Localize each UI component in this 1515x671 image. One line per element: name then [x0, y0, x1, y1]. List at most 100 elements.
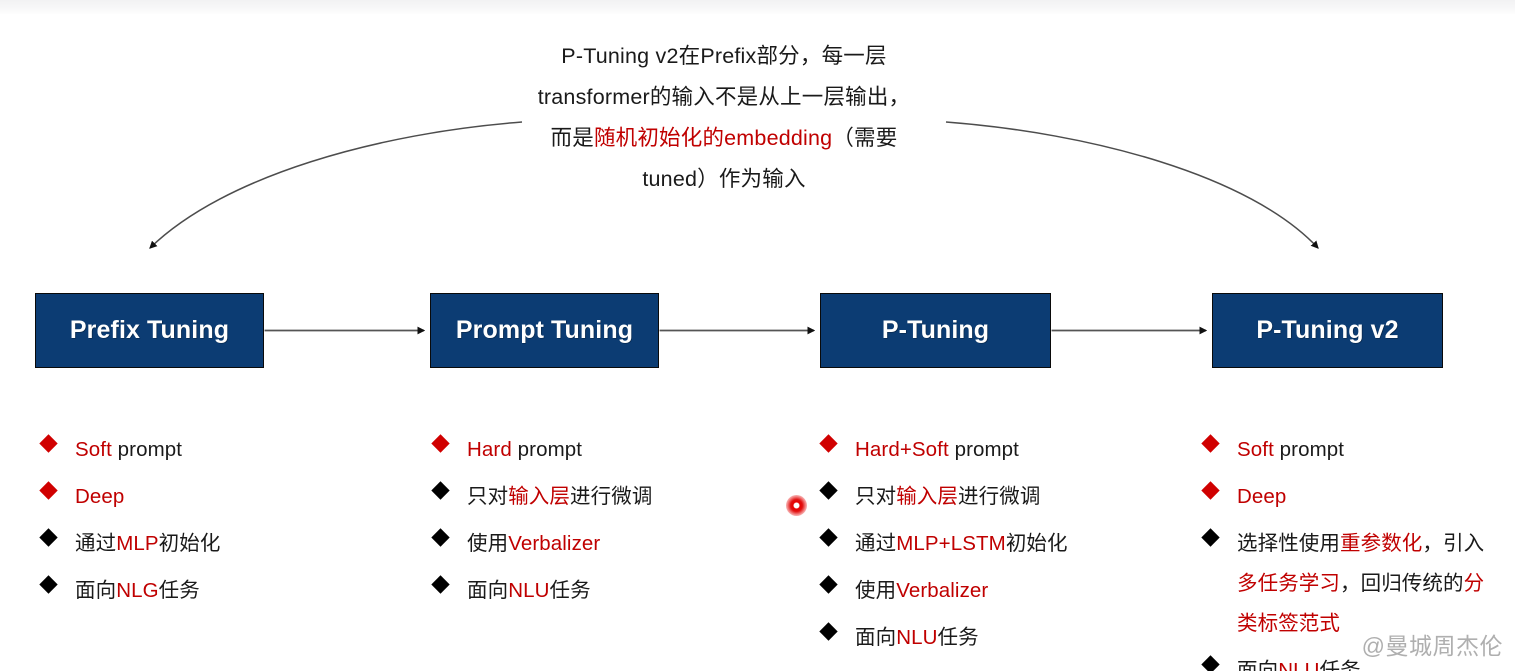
- bullet-highlight: NLU: [1278, 659, 1320, 671]
- diamond-bullet-icon: [819, 434, 838, 453]
- bullet-highlight: 输入层: [896, 485, 959, 508]
- bullet-highlight: 多任务学习: [1237, 572, 1340, 595]
- bullet-plain: 通过: [75, 532, 117, 555]
- bullet-plain: 只对: [855, 485, 897, 508]
- diamond-bullet-icon: [819, 481, 838, 500]
- bullet-item: Hard+Soft prompt: [819, 430, 1192, 470]
- bullet-plain: 进行微调: [958, 485, 1041, 508]
- bullet-text: Deep: [75, 477, 124, 517]
- diamond-bullet-icon: [39, 575, 58, 594]
- diamond-bullet-icon: [39, 434, 58, 453]
- bullet-highlight: 输入层: [508, 485, 571, 508]
- bullet-column-prefix-tuning: Soft prompt Deep 通过MLP初始化 面向NLG任务: [39, 430, 402, 618]
- bullet-plain: ，引入: [1422, 532, 1485, 555]
- diamond-bullet-icon: [431, 575, 450, 594]
- flow-node-label: Prefix Tuning: [69, 316, 230, 344]
- bullet-text: 面向NLG任务: [75, 571, 200, 611]
- bullet-item: 选择性使用重参数化，引入多任务学习，回归传统的分类标签范式: [1201, 524, 1504, 644]
- bullet-item: 通过MLP初始化: [39, 524, 402, 564]
- bullet-highlight: MLP: [116, 532, 159, 555]
- flow-node-prompt-tuning[interactable]: Prompt Tuning: [430, 293, 659, 368]
- bullet-text: 通过MLP初始化: [75, 524, 220, 564]
- bullet-highlight: Verbalizer: [896, 579, 989, 602]
- bullet-plain: 面向: [1237, 659, 1279, 671]
- bullet-item: 面向NLU任务: [819, 618, 1192, 658]
- bullet-plain: 选择性使用: [1237, 532, 1340, 555]
- bullet-item: 只对输入层进行微调: [431, 477, 794, 517]
- bullet-highlight: Verbalizer: [508, 532, 601, 555]
- diamond-bullet-icon: [1201, 434, 1220, 453]
- bullet-plain: prompt: [948, 438, 1019, 461]
- diamond-bullet-icon: [431, 528, 450, 547]
- bullet-item: 使用Verbalizer: [431, 524, 794, 564]
- bullet-plain: prompt: [1273, 438, 1345, 461]
- flow-node-label: Prompt Tuning: [455, 316, 634, 344]
- bullet-text: 只对输入层进行微调: [467, 477, 652, 517]
- bullet-item: 通过MLP+LSTM初始化: [819, 524, 1192, 564]
- flow-node-p-tuning-v2[interactable]: P-Tuning v2: [1212, 293, 1443, 368]
- diamond-bullet-icon: [39, 481, 58, 500]
- bullet-text: 面向NLU任务: [467, 571, 591, 611]
- flow-node-p-tuning[interactable]: P-Tuning: [820, 293, 1051, 368]
- bullet-item: Soft prompt: [1201, 430, 1504, 470]
- bullet-plain: 使用: [855, 579, 897, 602]
- bullet-plain: 初始化: [158, 532, 221, 555]
- bullet-item: Hard prompt: [431, 430, 794, 470]
- bullet-plain: ，回归传统的: [1340, 572, 1464, 595]
- bullet-highlight: NLU: [508, 579, 550, 602]
- bullet-highlight: MLP+LSTM: [896, 532, 1006, 555]
- bullet-highlight: Soft: [75, 438, 112, 461]
- bullet-plain: 面向: [855, 626, 897, 649]
- bullet-text: 面向NLU任务: [855, 618, 979, 658]
- bullet-plain: prompt: [111, 438, 183, 461]
- bullet-plain: 只对: [467, 485, 509, 508]
- bullet-text: Soft prompt: [1237, 430, 1344, 470]
- bullet-highlight: Deep: [1237, 485, 1287, 508]
- bullet-plain: 初始化: [1005, 532, 1068, 555]
- bullet-text: 通过MLP+LSTM初始化: [855, 524, 1068, 564]
- diamond-bullet-icon: [39, 528, 58, 547]
- bullet-text: 选择性使用重参数化，引入多任务学习，回归传统的分类标签范式: [1237, 524, 1504, 644]
- diamond-bullet-icon: [431, 434, 450, 453]
- bullet-highlight: Hard+Soft: [855, 438, 949, 461]
- bullet-plain: 使用: [467, 532, 509, 555]
- bullet-text: 只对输入层进行微调: [855, 477, 1040, 517]
- bullet-plain: 面向: [75, 579, 117, 602]
- bullet-highlight: NLU: [896, 626, 938, 649]
- flow-node-label: P-Tuning: [881, 316, 990, 344]
- bullet-highlight: NLG: [116, 579, 159, 602]
- bullet-item: 使用Verbalizer: [819, 571, 1192, 611]
- bullet-highlight: Deep: [75, 485, 125, 508]
- bullet-item: 只对输入层进行微调: [819, 477, 1192, 517]
- bullet-column-prompt-tuning: Hard prompt 只对输入层进行微调 使用Verbalizer 面向NLU任务: [431, 430, 794, 618]
- watermark: @曼城周杰伦: [1361, 633, 1503, 659]
- flow-node-label: P-Tuning v2: [1256, 316, 1399, 344]
- click-indicator: [786, 495, 807, 516]
- diamond-bullet-icon: [819, 622, 838, 641]
- diamond-bullet-icon: [1201, 481, 1220, 500]
- bullet-highlight: 重参数化: [1340, 532, 1423, 555]
- diamond-bullet-icon: [819, 528, 838, 547]
- diamond-bullet-icon: [1201, 655, 1220, 671]
- bullet-plain: 任务: [158, 579, 200, 602]
- bullet-plain: 任务: [549, 579, 591, 602]
- bullet-item: 面向NLU任务: [431, 571, 794, 611]
- bullet-text: Soft prompt: [75, 430, 182, 470]
- bullet-plain: prompt: [511, 438, 583, 461]
- bullet-text: Deep: [1237, 477, 1286, 517]
- bullet-plain: 进行微调: [570, 485, 653, 508]
- bullet-highlight: Hard: [467, 438, 512, 461]
- bullet-plain: 面向: [467, 579, 509, 602]
- bullet-item: Deep: [39, 477, 402, 517]
- bullet-plain: 任务: [1319, 659, 1361, 671]
- bullet-highlight: Soft: [1237, 438, 1274, 461]
- bullet-item: Soft prompt: [39, 430, 402, 470]
- bullet-text: 使用Verbalizer: [855, 571, 988, 611]
- flow-node-prefix-tuning[interactable]: Prefix Tuning: [35, 293, 264, 368]
- bullet-text: 面向NLU任务: [1237, 651, 1361, 671]
- bullet-text: Hard+Soft prompt: [855, 430, 1019, 470]
- diamond-bullet-icon: [431, 481, 450, 500]
- bullet-plain: 任务: [937, 626, 979, 649]
- diamond-bullet-icon: [819, 575, 838, 594]
- bullet-text: 使用Verbalizer: [467, 524, 600, 564]
